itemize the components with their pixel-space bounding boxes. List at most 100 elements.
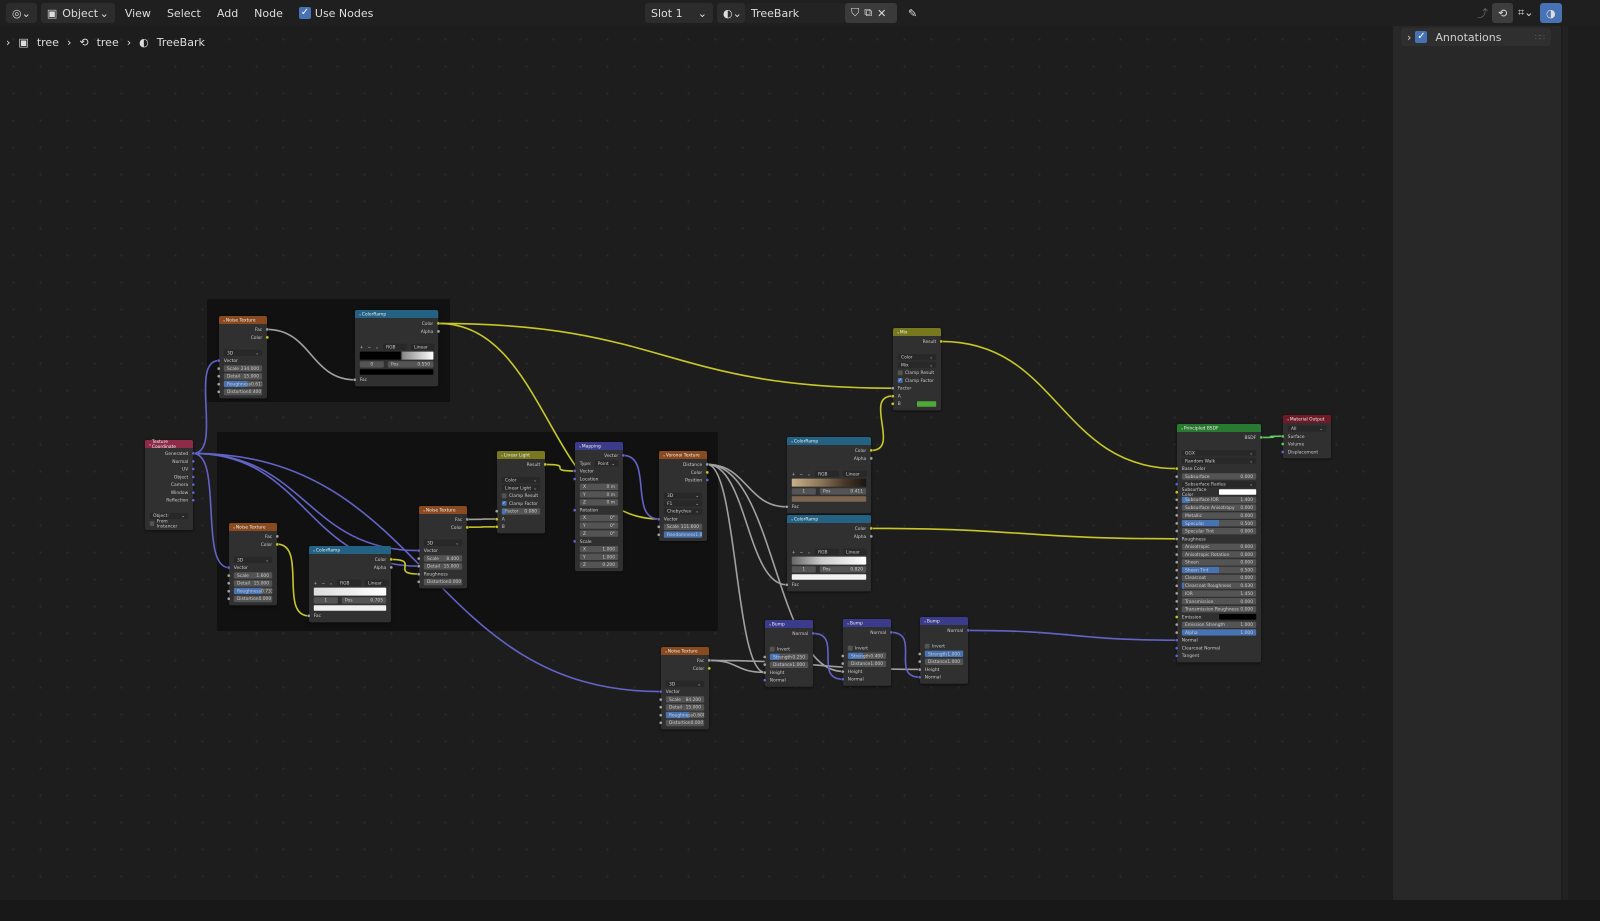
remove-stop-button[interactable]: −: [321, 580, 325, 585]
socket-yellow[interactable]: [465, 525, 469, 529]
chevron-right-icon[interactable]: ›: [1407, 31, 1411, 44]
pin-icon[interactable]: ✎: [902, 3, 923, 23]
socket-purple[interactable]: [889, 630, 893, 635]
close-icon[interactable]: ✕: [877, 7, 886, 20]
socket-gray[interactable]: [217, 390, 221, 394]
node-header[interactable]: ⌄ Bump: [765, 620, 813, 628]
socket-gray[interactable]: [465, 517, 469, 522]
node-header[interactable]: ⌄ ColorRamp: [355, 310, 438, 318]
value-field[interactable]: Strength 0.400: [847, 652, 887, 660]
socket-green[interactable]: [1259, 435, 1263, 440]
value-field[interactable]: Emission Strength 1.000: [1181, 621, 1257, 628]
node-header[interactable]: ⌄ ColorRamp: [787, 437, 871, 445]
checkbox[interactable]: [769, 646, 775, 652]
value-field[interactable]: Y 1.000: [579, 553, 619, 561]
socket-purple[interactable]: [918, 675, 922, 679]
socket-gray[interactable]: [1175, 552, 1179, 557]
socket-gray[interactable]: [227, 597, 231, 601]
socket-gray[interactable]: [763, 670, 767, 675]
node-noiseB[interactable]: ⌄ Noise Texture Fac Color 3D ⌄ Vector Scale 1.6…: [227, 523, 279, 606]
dropdown[interactable]: 3D ⌄: [233, 556, 273, 564]
value-field[interactable]: Z 0 m: [579, 499, 619, 506]
value-field[interactable]: Scale 84.200: [665, 696, 705, 703]
stop-index-field[interactable]: 1: [791, 488, 816, 495]
value-field[interactable]: Z 0.200: [579, 561, 619, 568]
value-field[interactable]: IOR 1.450: [1181, 590, 1257, 597]
socket-yellow[interactable]: [495, 525, 499, 529]
color-swatch[interactable]: [1219, 489, 1257, 495]
annotations-panel-header[interactable]: › ✓ Annotations ∷∷: [1401, 28, 1551, 46]
remove-stop-button[interactable]: −: [799, 471, 803, 476]
value-field[interactable]: Scale 111.600: [663, 523, 703, 531]
checkbox[interactable]: [149, 521, 155, 527]
overlay-icon[interactable]: ◑: [1540, 3, 1562, 23]
node-mix[interactable]: ⌄ Mix Result Color ⌄ Mix ⌄ Clamp Result ✓ Clamp …: [891, 328, 943, 411]
socket-purple[interactable]: [191, 475, 195, 479]
dropdown[interactable]: 3D ⌄: [665, 680, 705, 688]
socket-purple[interactable]: [621, 453, 625, 458]
value-field[interactable]: Subsurface Anisotropy 0.000: [1181, 504, 1257, 511]
snap-icon[interactable]: ⟲: [1492, 3, 1514, 23]
dropdown[interactable]: Random Walk ⌄: [1181, 457, 1257, 465]
ramp-menu-button[interactable]: ⌄: [375, 344, 379, 349]
dropdown[interactable]: All ⌄: [1287, 425, 1327, 432]
node-frame[interactable]: [217, 432, 718, 631]
interpolation-dropdown[interactable]: Linear: [842, 470, 867, 478]
socket-purple[interactable]: [573, 539, 577, 543]
node-rampA[interactable]: ⌄ ColorRamp Color Alpha + − ⌄ RGB Linear 0 Pos 0.5…: [353, 310, 440, 387]
dropdown[interactable]: GGX ⌄: [1181, 449, 1257, 457]
node-header[interactable]: ⌄ Linear Light: [497, 451, 545, 459]
stop-index-field[interactable]: 0: [359, 361, 384, 368]
add-stop-button[interactable]: +: [314, 580, 318, 585]
checkbox[interactable]: [501, 493, 507, 499]
remove-stop-button[interactable]: −: [367, 344, 371, 349]
value-field[interactable]: Clearcoat 0.000: [1181, 574, 1257, 582]
socket-gray[interactable]: [841, 654, 845, 658]
duplicate-icon[interactable]: ⧉: [864, 6, 872, 20]
socket-purple[interactable]: [811, 631, 815, 636]
color-swatch[interactable]: [791, 574, 867, 580]
stop-index-field[interactable]: 1: [313, 597, 338, 604]
socket-gray[interactable]: [657, 532, 661, 537]
value-field[interactable]: Strength 1.000: [924, 650, 964, 658]
socket-gray[interactable]: [389, 565, 393, 569]
socket-purple[interactable]: [966, 628, 970, 633]
value-field[interactable]: Distance 1.000: [769, 661, 809, 668]
value-field[interactable]: X 0 m: [579, 483, 619, 490]
interpolation-dropdown[interactable]: Linear: [410, 343, 435, 351]
value-field[interactable]: Roughness0.733: [233, 587, 273, 595]
socket-purple[interactable]: [1175, 654, 1179, 658]
value-field[interactable]: Distance 1.000: [924, 658, 964, 665]
value-field[interactable]: Detail 15.000: [233, 580, 273, 587]
node-header[interactable]: ⌄ ColorRamp: [309, 546, 391, 554]
add-stop-button[interactable]: +: [360, 344, 364, 349]
drag-handle-icon[interactable]: ∷∷: [1535, 33, 1545, 42]
color-swatch[interactable]: [791, 496, 867, 502]
socket-gray[interactable]: [659, 697, 663, 702]
value-field[interactable]: Distance 1.000: [847, 660, 887, 667]
socket-gray[interactable]: [705, 462, 709, 467]
socket-gray[interactable]: [417, 572, 421, 576]
socket-gray[interactable]: [1175, 505, 1179, 510]
value-field[interactable]: Sheen 0.000: [1181, 559, 1257, 566]
node-voronoi[interactable]: ⌄ Voronoi Texture Distance Color Position 3D…: [657, 451, 709, 541]
socket-purple[interactable]: [1175, 638, 1179, 642]
value-field[interactable]: Randomness1.000: [663, 531, 703, 538]
dropdown[interactable]: Point ⌄: [594, 460, 619, 467]
value-field[interactable]: Transmission 0.000: [1181, 598, 1257, 605]
node-noiseD[interactable]: ⌄ Noise Texture Fac Color 3D ⌄ Vector Scale 84.…: [659, 647, 711, 730]
socket-yellow[interactable]: [436, 321, 440, 326]
socket-gray[interactable]: [417, 580, 421, 584]
node-header[interactable]: ⌄ Texture Coordinate: [145, 439, 193, 449]
mode-dropdown[interactable]: ▣ Object ⌄: [40, 3, 115, 23]
interpolation-dropdown[interactable]: Linear: [842, 548, 867, 556]
color-ramp-gradient[interactable]: [791, 478, 867, 487]
color-ramp-gradient[interactable]: [313, 587, 387, 596]
node-rampB[interactable]: ⌄ ColorRamp Color Alpha + − ⌄ RGB Linear 1 Pos 0.7…: [307, 546, 393, 623]
socket-gray[interactable]: [1175, 521, 1179, 525]
node-rampD[interactable]: ⌄ ColorRamp Color Alpha + − ⌄ RGB Linear 1 Pos 0.8…: [785, 515, 873, 592]
node-bump2[interactable]: ⌄ Bump Normal Invert Strength 0.400 Distance 1…: [841, 619, 893, 686]
node-header[interactable]: ⌄ Mapping: [575, 442, 623, 450]
socket-gray[interactable]: [657, 525, 661, 529]
node-header[interactable]: ⌄ Bump: [843, 619, 891, 627]
